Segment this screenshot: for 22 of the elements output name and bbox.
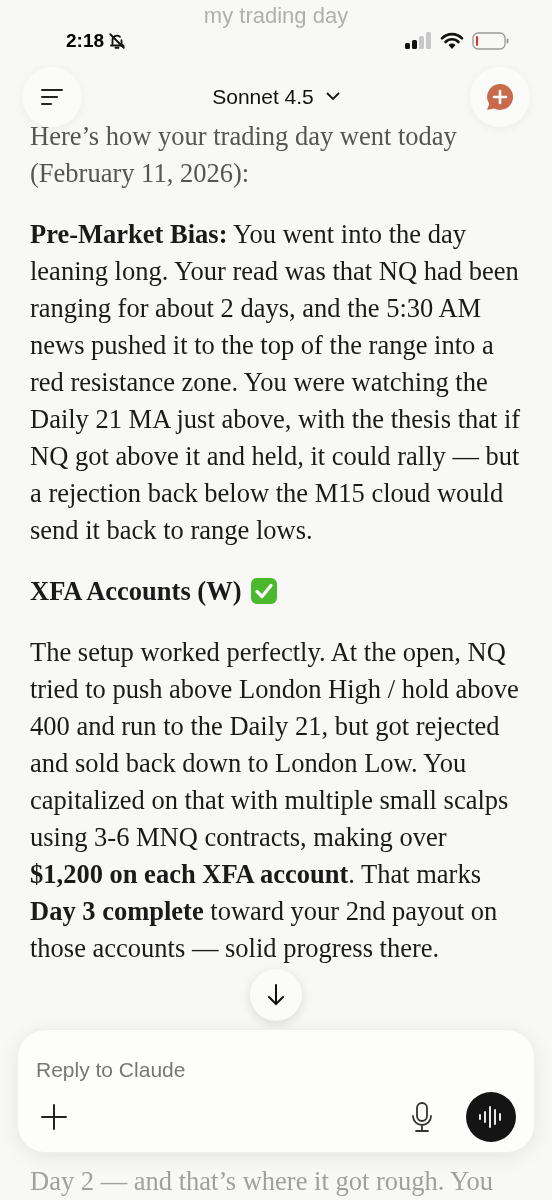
signal-icon (404, 31, 432, 51)
model-selector[interactable]: Sonnet 4.5 (212, 81, 340, 113)
wifi-icon (440, 32, 464, 50)
faded-title: my trading day (203, 2, 349, 30)
message-paragraph: The setup worked perfectly. At the open, NQ tried to push above London High / hold above 400 and run to the Daily 21, but got rejected and sold back down to London Low. You capitalized on that with multiple small scalps using 3-6 MNQ contracts, making over $1,200 on each XFA account. That marks Day 3 complete toward your 2nd payout on those accounts — solid progress there. (30, 635, 520, 965)
microphone-icon (411, 1101, 433, 1133)
reply-field[interactable]: Reply to Claude (36, 1053, 516, 1086)
status-time: 2:18 (66, 28, 105, 53)
arrow-down-icon (267, 982, 285, 1007)
faded-paragraph: Day 2 — and that’s where it got rough. You (29, 1165, 494, 1198)
plus-icon (41, 1104, 67, 1130)
section-heading: XFA Accounts (W) (30, 574, 242, 608)
chevron-down-icon (325, 92, 340, 102)
message-paragraph: Here’s how your trading day went today (February 11, 2026): (30, 119, 458, 190)
check-mark-icon (249, 577, 278, 606)
scroll-down-button[interactable] (250, 968, 302, 1021)
message-paragraph: Pre-Market Bias: You went into the day leaning long. Your read was that NQ had been ranging for about 2 days, and the 5:30 AM news pushed it to the top of the range into a red resistance zone. You were watching the Daily 21 MA just above, with the thesis that if NQ got above it and held, it could rally — but a rejection back below the M15 cloud would send it back to range lows. (30, 217, 522, 547)
battery-icon (472, 31, 510, 51)
menu-icon (40, 87, 64, 106)
voice-mode-button[interactable] (466, 1092, 516, 1142)
bell-off-icon (108, 32, 127, 50)
new-chat-icon (485, 81, 515, 112)
